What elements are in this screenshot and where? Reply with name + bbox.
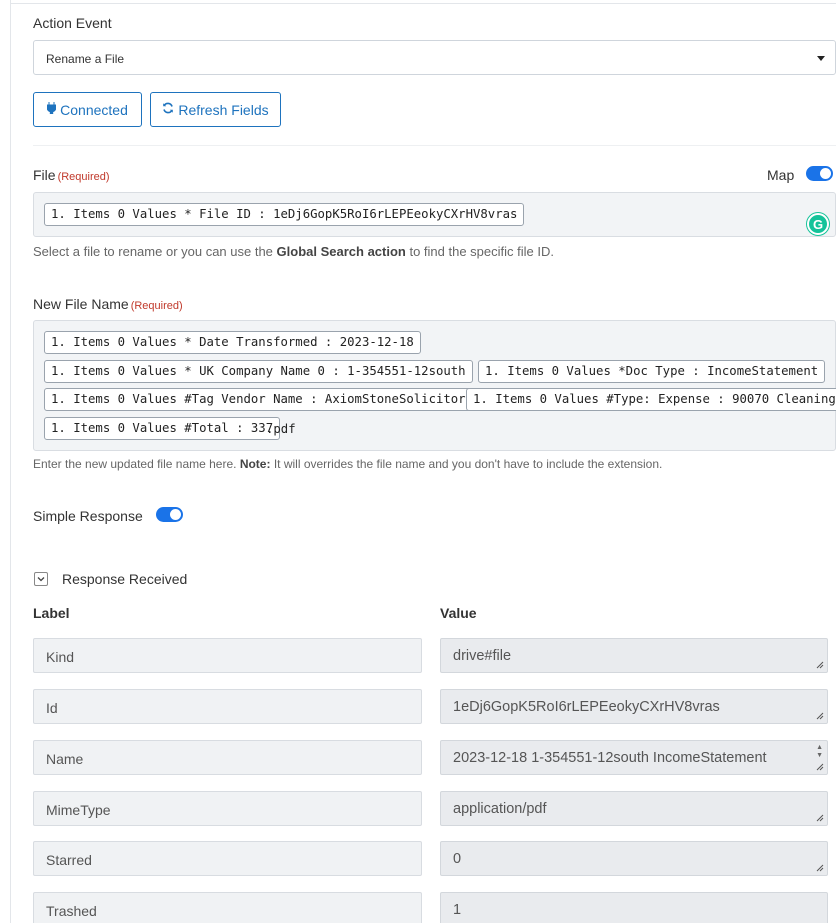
refresh-icon: [162, 102, 174, 117]
panel-top-border: [10, 3, 836, 4]
response-label-field[interactable]: Name: [33, 740, 422, 775]
refresh-fields-button[interactable]: Refresh Fields: [150, 92, 281, 127]
new-file-name-label: New File Name (Required): [33, 296, 183, 312]
new-file-name-required-marker: (Required): [130, 300, 183, 312]
file-id-chip[interactable]: 1. Items 0 Values * File ID : 1eDj6GopK5…: [44, 203, 525, 226]
connected-button-label: Connected: [60, 101, 128, 118]
response-value-text: 0: [453, 851, 462, 867]
response-label-field[interactable]: MimeType: [33, 791, 422, 826]
response-value-field[interactable]: 1eDj6GopK5RoI6rLEPEeokyCXrHV8vras: [440, 689, 828, 724]
map-toggle[interactable]: [806, 166, 833, 181]
refresh-fields-label: Refresh Fields: [178, 101, 269, 118]
file-help-text: Select a file to rename or you can use t…: [33, 244, 554, 259]
response-label-field[interactable]: Trashed: [33, 892, 422, 923]
file-label: File (Required): [33, 167, 110, 183]
response-value-text: 2023-12-18 1-354551-12south IncomeStatem…: [453, 750, 767, 766]
resize-handle-icon[interactable]: [815, 813, 824, 822]
response-label-field[interactable]: Starred: [33, 841, 422, 876]
name-help-post: It will overrides the file name and you …: [270, 457, 663, 471]
file-input[interactable]: 1. Items 0 Values * File ID : 1eDj6GopK5…: [33, 192, 836, 237]
response-label-field[interactable]: Kind: [33, 638, 422, 673]
response-label-field[interactable]: Id: [33, 689, 422, 724]
action-panel: Action Event Rename a File Connected Ref…: [0, 0, 836, 923]
response-value-text: 1eDj6GopK5RoI6rLEPEeokyCXrHV8vras: [453, 699, 720, 715]
response-value-field[interactable]: 1: [440, 892, 828, 923]
file-name-chip[interactable]: 1. Items 0 Values * UK Company Name 0 : …: [44, 360, 473, 383]
map-label: Map: [767, 167, 795, 183]
file-name-chip[interactable]: 1. Items 0 Values *Doc Type : IncomeStat…: [478, 360, 826, 383]
resize-handle-icon[interactable]: [815, 762, 824, 771]
label-column-header: Label: [33, 605, 70, 621]
new-file-name-input[interactable]: 1. Items 0 Values * Date Transformed : 2…: [33, 320, 836, 451]
resize-handle-icon[interactable]: [815, 711, 824, 720]
file-label-text: File: [33, 167, 56, 183]
file-name-chip[interactable]: 1. Items 0 Values * Date Transformed : 2…: [44, 331, 421, 354]
file-name-chip[interactable]: 1. Items 0 Values #Total : 337: [44, 417, 281, 440]
new-file-name-label-text: New File Name: [33, 296, 129, 312]
response-value-text: 1: [453, 902, 462, 918]
scroll-arrows-icon[interactable]: ▲ ▼: [816, 744, 823, 760]
response-received-title: Response Received: [62, 571, 188, 587]
simple-response-toggle[interactable]: [156, 507, 183, 522]
response-value-field[interactable]: application/pdf: [440, 791, 828, 826]
name-help-note: Note:: [239, 457, 271, 471]
name-help-pre: Enter the new updated file name here.: [33, 457, 240, 471]
file-help-pre: Select a file to rename or you can use t…: [33, 244, 277, 259]
new-file-name-help-text: Enter the new updated file name here. No…: [33, 457, 662, 471]
file-name-chip[interactable]: 1. Items 0 Values #Tag Vendor Name : Axi…: [44, 388, 480, 411]
simple-response-label: Simple Response: [33, 508, 143, 524]
response-value-text: application/pdf: [453, 801, 547, 817]
file-required-marker: (Required): [57, 171, 110, 183]
resize-handle-icon[interactable]: [815, 863, 824, 872]
caret-down-icon: [817, 56, 825, 61]
chevron-down-icon: [37, 577, 45, 582]
action-event-label: Action Event: [33, 15, 112, 31]
response-value-text: drive#file: [453, 648, 512, 664]
connected-button[interactable]: Connected: [33, 92, 142, 127]
global-search-link: Global Search action: [276, 244, 406, 259]
file-extension-text: .pdf: [266, 422, 296, 436]
action-event-select[interactable]: Rename a File: [33, 40, 836, 75]
panel-left-border: [10, 0, 11, 923]
section-divider: [33, 145, 836, 146]
file-name-chip[interactable]: 1. Items 0 Values #Type: Expense : 90070…: [466, 388, 836, 411]
value-column-header: Value: [440, 605, 477, 621]
action-event-value: Rename a File: [46, 52, 125, 66]
response-value-field[interactable]: 0: [440, 841, 828, 876]
response-value-field[interactable]: drive#file: [440, 638, 828, 673]
response-collapse-toggle[interactable]: [34, 572, 48, 586]
response-value-field[interactable]: 2023-12-18 1-354551-12south IncomeStatem…: [440, 740, 828, 775]
grammarly-icon[interactable]: G: [807, 213, 829, 235]
file-help-post: to find the specific file ID.: [405, 244, 554, 259]
resize-handle-icon[interactable]: [815, 660, 824, 669]
plug-icon: [46, 102, 57, 117]
